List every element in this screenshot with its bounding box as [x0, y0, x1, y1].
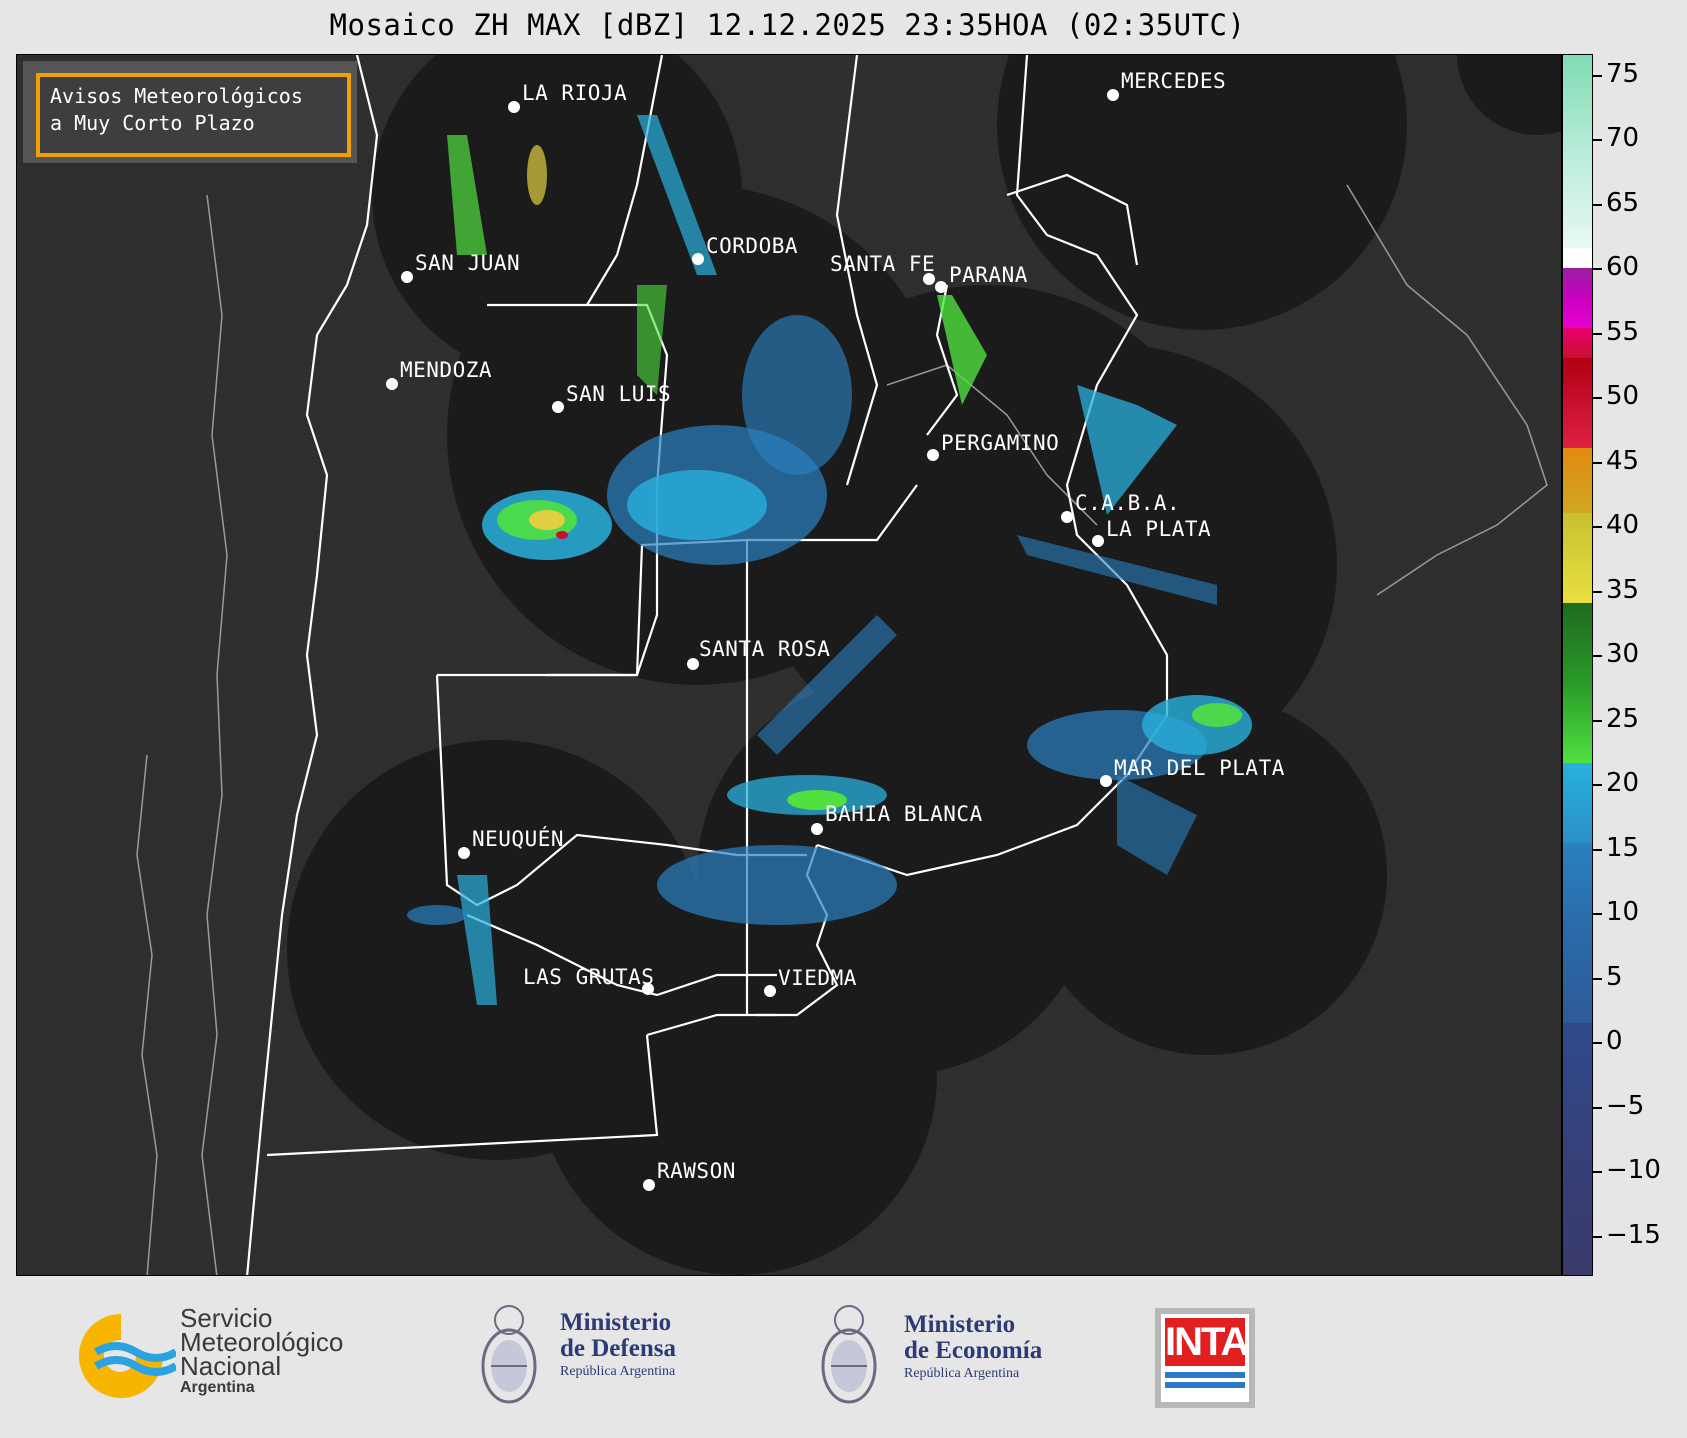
smn-line-4: Argentina — [180, 1379, 255, 1396]
avisos-line-1: Avisos Meteorológicos — [50, 84, 303, 108]
colorbar-tick — [1593, 75, 1602, 77]
colorbar-label: 55 — [1606, 317, 1640, 347]
colorbar-tick — [1593, 204, 1602, 206]
map-title: Mosaico ZH MAX [dBZ] 12.12.2025 23:35HOA… — [329, 8, 1246, 42]
coat-of-arms-icon — [481, 1305, 537, 1404]
colorbar-tick — [1593, 720, 1602, 722]
colorbar-label: −10 — [1606, 1155, 1661, 1185]
colorbar-label: 25 — [1606, 704, 1640, 734]
inta-logo: INTA — [1155, 1308, 1255, 1408]
colorbar-label: 5 — [1606, 962, 1623, 992]
colorbar-tick — [1593, 462, 1602, 464]
colorbar-label: −5 — [1606, 1091, 1645, 1121]
economia-line-1: Ministerio — [904, 1311, 1016, 1338]
smn-line-3: Nacional — [180, 1351, 282, 1381]
coat-of-arms-icon — [821, 1305, 877, 1404]
city-label-parana: PARANA — [949, 263, 1028, 287]
city-label-la-plata: LA PLATA — [1106, 517, 1212, 541]
economia-line-3: República Argentina — [904, 1366, 1020, 1381]
colorbar-tick — [1593, 1171, 1602, 1173]
colorbar-label: 45 — [1606, 446, 1640, 476]
city-label-mendoza: MENDOZA — [400, 358, 493, 382]
colorbar-tick — [1593, 1236, 1602, 1238]
colorbar-label: 65 — [1606, 188, 1640, 218]
economia-logo: Ministerio de Economía República Argenti… — [818, 1296, 1078, 1416]
city-label-neuquen: NEUQUÉN — [472, 827, 565, 851]
city-label-san-luis: SAN LUIS — [566, 382, 672, 406]
defensa-logo: Ministerio de Defensa República Argentin… — [478, 1296, 738, 1416]
city-label-santa-rosa: SANTA ROSA — [699, 637, 831, 661]
colorbar-tick — [1593, 849, 1602, 851]
economia-line-2: de Economía — [904, 1337, 1043, 1364]
city-label-mar-del-plata: MAR DEL PLATA — [1114, 756, 1285, 780]
colorbar-tick — [1593, 591, 1602, 593]
city-label-pergamino: PERGAMINO — [941, 431, 1060, 455]
smn-logo: Servicio Meteorológico Nacional Argentin… — [66, 1305, 386, 1406]
colorbar-label: 15 — [1606, 833, 1640, 863]
defensa-line-1: Ministerio — [560, 1309, 672, 1336]
city-label-rawson: RAWSON — [657, 1159, 736, 1183]
city-label-las-grutas: LAS GRUTAS — [523, 965, 655, 989]
city-label-cordoba: CORDOBA — [706, 234, 799, 258]
city-label-san-juan: SAN JUAN — [415, 251, 521, 275]
city-label-viedma: VIEDMA — [778, 966, 857, 990]
colorbar-tick — [1593, 913, 1602, 915]
city-label-bahia-blanca: BAHIA BLANCA — [825, 802, 983, 826]
avisos-line-2: a Muy Corto Plazo — [50, 111, 255, 135]
city-label-caba: C.A.B.A. — [1075, 491, 1181, 515]
city-label-santa-fe: SANTA FE — [830, 252, 936, 276]
footer-logos: Servicio Meteorológico Nacional Argentin… — [0, 1276, 1687, 1438]
colorbar-label: 70 — [1606, 123, 1640, 153]
colorbar-tick — [1593, 139, 1602, 141]
colorbar-tick — [1593, 333, 1602, 335]
smn-emblem-icon — [79, 1314, 176, 1398]
colorbar-label: 60 — [1606, 252, 1640, 282]
colorbar-label: 0 — [1606, 1026, 1623, 1056]
colorbar-label: 10 — [1606, 897, 1640, 927]
colorbar-tick — [1593, 1042, 1602, 1044]
colorbar-label: 30 — [1606, 639, 1640, 669]
colorbar-label: 40 — [1606, 510, 1640, 540]
colorbar-tick — [1593, 784, 1602, 786]
colorbar — [1562, 54, 1593, 1276]
radar-map[interactable]: Avisos Meteorológicos a Muy Corto Plazo … — [16, 54, 1562, 1276]
colorbar-tick — [1593, 978, 1602, 980]
colorbar-label: 75 — [1606, 59, 1640, 89]
colorbar-label: −15 — [1606, 1220, 1661, 1250]
colorbar-label: 50 — [1606, 381, 1640, 411]
colorbar-tick — [1593, 1107, 1602, 1109]
avisos-badge: Avisos Meteorológicos a Muy Corto Plazo — [23, 61, 357, 163]
colorbar-label: 35 — [1606, 575, 1640, 605]
colorbar-tick — [1593, 268, 1602, 270]
colorbar-tick — [1593, 526, 1602, 528]
colorbar-tick — [1593, 397, 1602, 399]
inta-wordmark: INTA — [1165, 1318, 1249, 1366]
colorbar-tick — [1593, 655, 1602, 657]
city-label-la-rioja: LA RIOJA — [522, 81, 628, 105]
colorbar-label: 20 — [1606, 768, 1640, 798]
defensa-line-3: República Argentina — [560, 1364, 676, 1379]
avisos-label-box: Avisos Meteorológicos a Muy Corto Plazo — [36, 73, 351, 157]
city-label-mercedes: MERCEDES — [1121, 69, 1227, 93]
defensa-line-2: de Defensa — [560, 1335, 676, 1362]
